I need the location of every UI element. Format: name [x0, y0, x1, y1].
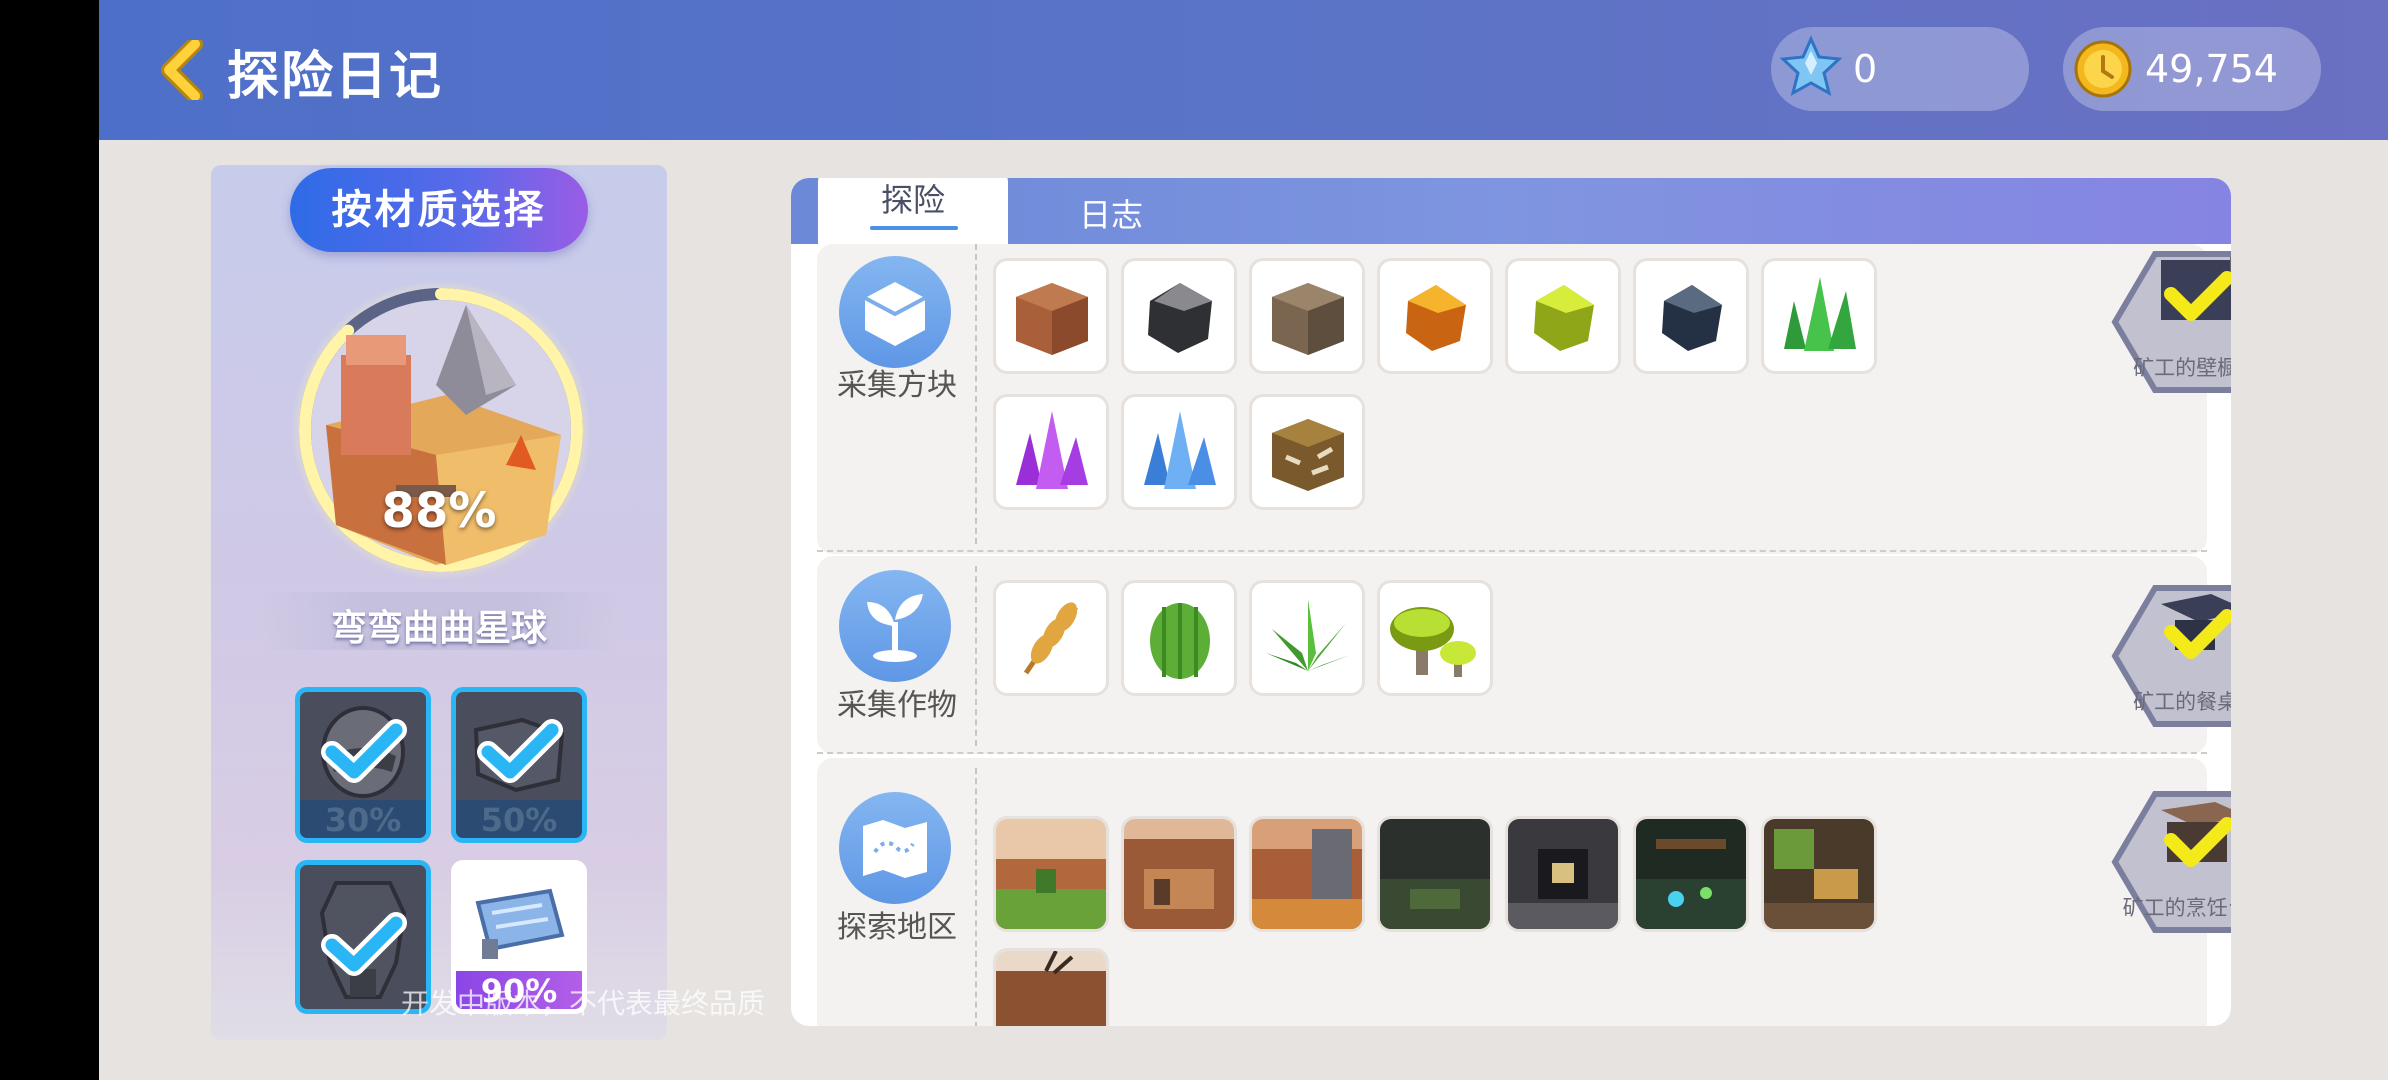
chevron-left-icon	[161, 36, 203, 104]
planet-name: 弯弯曲曲星球	[330, 608, 547, 649]
item-region-glow-cave[interactable]	[1633, 816, 1749, 932]
item-region-canyon-rocks[interactable]	[1249, 816, 1365, 932]
item-fossil-block[interactable]	[1249, 394, 1365, 510]
divider	[817, 550, 2207, 552]
item-glow-mushroom[interactable]	[1377, 580, 1493, 696]
check-icon	[321, 719, 407, 783]
section-collect-crops: 采集作物 矿工的餐桌	[817, 556, 2231, 754]
item-dirt-block[interactable]	[993, 258, 1109, 374]
item-amber-gem[interactable]	[1377, 258, 1493, 374]
reward-recipe-cabinet[interactable]: 矿工的壁橱 配方	[2075, 240, 2231, 404]
divider	[975, 768, 977, 1026]
item-aloe[interactable]	[1249, 580, 1365, 696]
item-coal-ore[interactable]	[1121, 258, 1237, 374]
item-region-dark-cave[interactable]	[1377, 816, 1493, 932]
item-blue-crystal[interactable]	[1121, 394, 1237, 510]
reward-recipe-table[interactable]: 矿工的餐桌 配方	[2075, 574, 2231, 738]
gem-counter[interactable]: 0	[1771, 27, 2029, 111]
cube-icon	[839, 256, 951, 368]
blueprint-scroll-icon	[475, 888, 565, 959]
item-region-mine-tunnel[interactable]	[1505, 816, 1621, 932]
item-sulfur-gem[interactable]	[1505, 258, 1621, 374]
dev-build-watermark: 开发中版本，不代表最终品质	[401, 987, 766, 1020]
divider	[817, 752, 2207, 754]
item-green-crystal[interactable]	[1761, 258, 1877, 374]
planet-percent: 88%	[381, 483, 497, 539]
tab-underline	[870, 226, 958, 230]
item-region-workshop[interactable]	[1761, 816, 1877, 932]
gem-count: 0	[1853, 47, 1878, 91]
star-gem-icon	[1779, 35, 1843, 96]
planet-panel: 按材质选择 88% 弯弯曲曲星球 30% 50% 90% 开发中版本，不代表最终…	[211, 165, 765, 1040]
material-percent: 50%	[456, 800, 582, 838]
coin-icon	[2074, 40, 2132, 98]
sprout-icon	[839, 570, 951, 682]
item-stone-block[interactable]	[1249, 258, 1365, 374]
material-card-helmet[interactable]: 30%	[295, 687, 431, 843]
item-region-badlands[interactable]	[993, 948, 1109, 1026]
coin-count: 49,754	[2145, 47, 2278, 91]
divider	[975, 244, 977, 544]
section-collect-blocks: 采集方块 矿工的壁橱	[817, 244, 2231, 554]
item-purple-crystal[interactable]	[993, 394, 1109, 510]
item-wheat[interactable]	[993, 580, 1109, 696]
section-label: 采集作物	[837, 688, 957, 723]
material-card-boots[interactable]: 50%	[451, 687, 587, 843]
tab-explore[interactable]: 探险	[818, 178, 1008, 246]
select-by-material-button[interactable]: 按材质选择	[290, 168, 588, 252]
item-dark-gem[interactable]	[1633, 258, 1749, 374]
material-percent: 30%	[300, 800, 426, 838]
item-region-canyon-camp[interactable]	[1121, 816, 1237, 932]
item-cactus[interactable]	[1121, 580, 1237, 696]
section-label: 采集方块	[837, 368, 957, 403]
reward-label: 矿工的烹饪台 配方	[2122, 896, 2231, 920]
divider	[975, 566, 977, 746]
screen: 探险日记 0 49,754 按材质选择 88% 弯弯曲曲星球 30% 50% 9…	[99, 0, 2388, 1080]
reward-label: 矿工的餐桌 配方	[2133, 690, 2231, 714]
page-title: 探险日记	[227, 47, 444, 107]
item-region-canyon-grass[interactable]	[993, 816, 1109, 932]
coin-counter[interactable]: 49,754	[2063, 27, 2321, 111]
diary-panel: 探险 日志 采集方块 矿工的壁橱 采集作物 矿工的餐桌 探索地区 矿工的烹饪	[791, 178, 2231, 1026]
back-button[interactable]	[159, 36, 209, 104]
tab-log[interactable]: 日志	[1051, 190, 1171, 236]
map-icon	[839, 792, 951, 904]
check-icon	[477, 719, 563, 783]
tab-explore-label: 探险	[880, 181, 945, 219]
top-bar: 探险日记 0 49,754	[99, 0, 2388, 140]
reward-label: 矿工的壁橱 配方	[2133, 356, 2231, 380]
section-label: 探索地区	[837, 910, 957, 945]
check-icon	[321, 912, 407, 976]
section-explore-regions: 探索地区 矿工的烹饪	[817, 758, 2231, 1026]
tab-bar: 探险 日志	[791, 178, 2231, 246]
reward-recipe-stove[interactable]: 矿工的烹饪台 配方	[2075, 780, 2231, 944]
